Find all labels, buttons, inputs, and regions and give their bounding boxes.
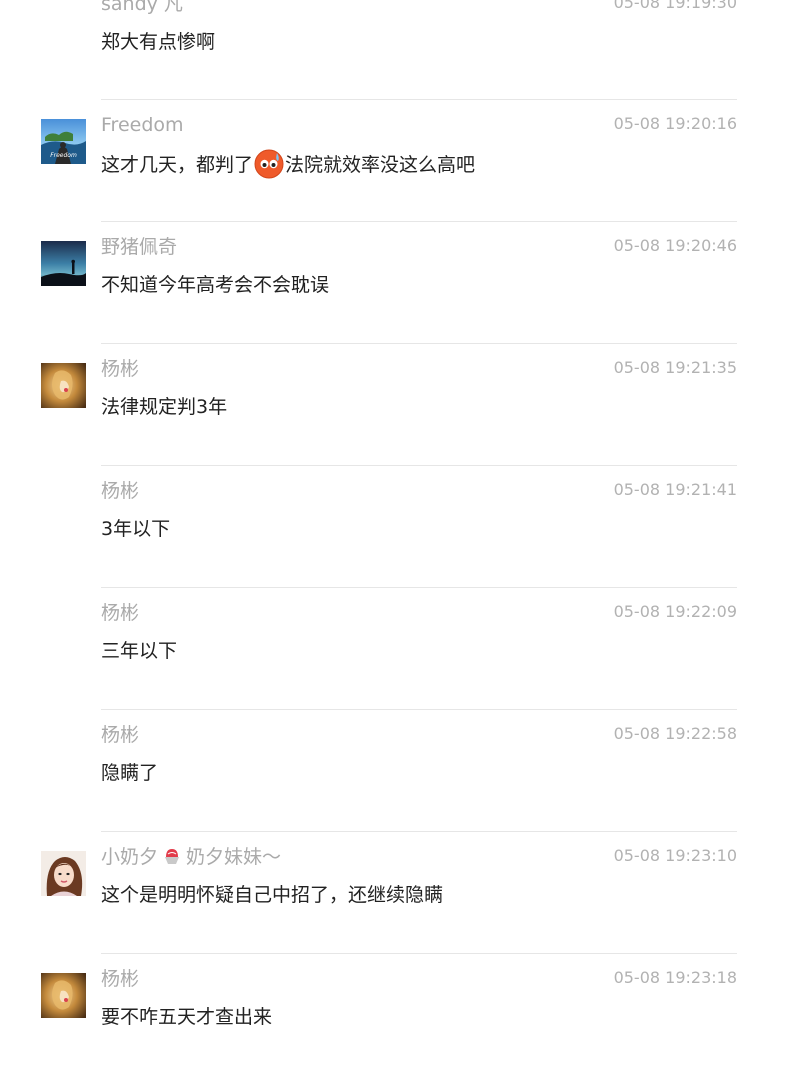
message-time: 05-08 19:20:46 — [613, 236, 737, 255]
chat-message: 杨彬 05-08 19:21:41 3年以下 — [0, 465, 811, 587]
message-text: 法律规定判3年 — [101, 396, 228, 418]
shaved-ice-icon — [162, 846, 182, 866]
sender-name[interactable]: Freedom — [101, 112, 184, 138]
sender-name[interactable]: 杨彬 — [101, 966, 139, 992]
chat-message: 杨彬 05-08 19:22:09 三年以下 — [0, 587, 811, 709]
sender-name[interactable]: 小奶夕 奶夕妹妹～ — [101, 844, 281, 870]
avatar[interactable] — [41, 851, 86, 896]
message-text: 郑大有点惨啊 — [101, 31, 216, 53]
message-divider — [101, 465, 737, 466]
message-text: 三年以下 — [101, 640, 178, 662]
yangbin-avatar-image — [41, 973, 86, 1018]
avatar[interactable] — [41, 241, 86, 286]
avatar[interactable] — [41, 973, 86, 1018]
sender-name[interactable]: 杨彬 — [101, 356, 139, 382]
sender-name-part: 奶夕妹妹～ — [186, 846, 282, 868]
message-time: 05-08 19:22:58 — [613, 724, 737, 743]
message-divider — [101, 953, 737, 954]
sender-name[interactable]: 杨彬 — [101, 478, 139, 504]
sender-name[interactable]: 野猪佩奇 — [101, 234, 177, 260]
message-text: 这才几天，都判了 法院就效率没这么高吧 — [101, 149, 475, 179]
yangbin-avatar-image — [41, 363, 86, 408]
message-time: 05-08 19:20:16 — [613, 114, 737, 133]
message-time: 05-08 19:23:18 — [613, 968, 737, 987]
message-divider — [101, 99, 737, 100]
girl-avatar-image — [41, 851, 86, 896]
chat-message: 杨彬 05-08 19:21:35 法律规定判3年 — [0, 343, 811, 465]
message-text: 这个是明明怀疑自己中招了，还继续隐瞒 — [101, 884, 444, 906]
chat-message: 野猪佩奇 05-08 19:20:46 不知道今年高考会不会耽误 — [0, 221, 811, 343]
message-divider — [101, 587, 737, 588]
avatar[interactable] — [41, 363, 86, 408]
message-text-part: 这才几天，都判了 — [101, 154, 254, 176]
chat-message: 小奶夕 奶夕妹妹～ 05-08 19:23:10 这个是明明怀疑自己中招了，还继续… — [0, 831, 811, 953]
cold-sweat-emoji — [254, 149, 284, 179]
message-time: 05-08 19:19:30 — [613, 0, 737, 12]
message-time: 05-08 19:21:41 — [613, 480, 737, 499]
message-time: 05-08 19:21:35 — [613, 358, 737, 377]
sender-name[interactable]: sandy 凡 — [101, 0, 183, 17]
message-time: 05-08 19:22:09 — [613, 602, 737, 621]
silhouette-avatar-image — [41, 241, 86, 286]
message-time: 05-08 19:23:10 — [613, 846, 737, 865]
message-text: 3年以下 — [101, 518, 171, 540]
message-text: 隐瞒了 — [101, 762, 159, 784]
message-divider — [101, 343, 737, 344]
message-text: 要不咋五天才查出来 — [101, 1006, 273, 1028]
sender-name[interactable]: 杨彬 — [101, 600, 139, 626]
sender-name-part: 小奶夕 — [101, 846, 159, 868]
chat-message: 杨彬 05-08 19:23:18 要不咋五天才查出来 — [0, 953, 811, 1075]
message-text: 不知道今年高考会不会耽误 — [101, 274, 330, 296]
chat-message: Freedom Freedom 05-08 19:20:16 这才几天，都判了 法… — [0, 99, 811, 221]
chat-message: sandy 凡 05-08 19:19:30 郑大有点惨啊 — [0, 0, 811, 100]
sender-name[interactable]: 杨彬 — [101, 722, 139, 748]
freedom-avatar-image: Freedom — [41, 119, 86, 164]
avatar[interactable]: Freedom — [41, 119, 86, 164]
chat-message-list: sandy 凡 05-08 19:19:30 郑大有点惨啊 Freedom Fr… — [0, 0, 811, 1059]
message-divider — [101, 709, 737, 710]
chat-message: 杨彬 05-08 19:22:58 隐瞒了 — [0, 709, 811, 831]
avatar-caption: Freedom — [50, 152, 77, 159]
message-divider — [101, 221, 737, 222]
message-text-part: 法院就效率没这么高吧 — [285, 154, 476, 176]
message-divider — [101, 831, 737, 832]
